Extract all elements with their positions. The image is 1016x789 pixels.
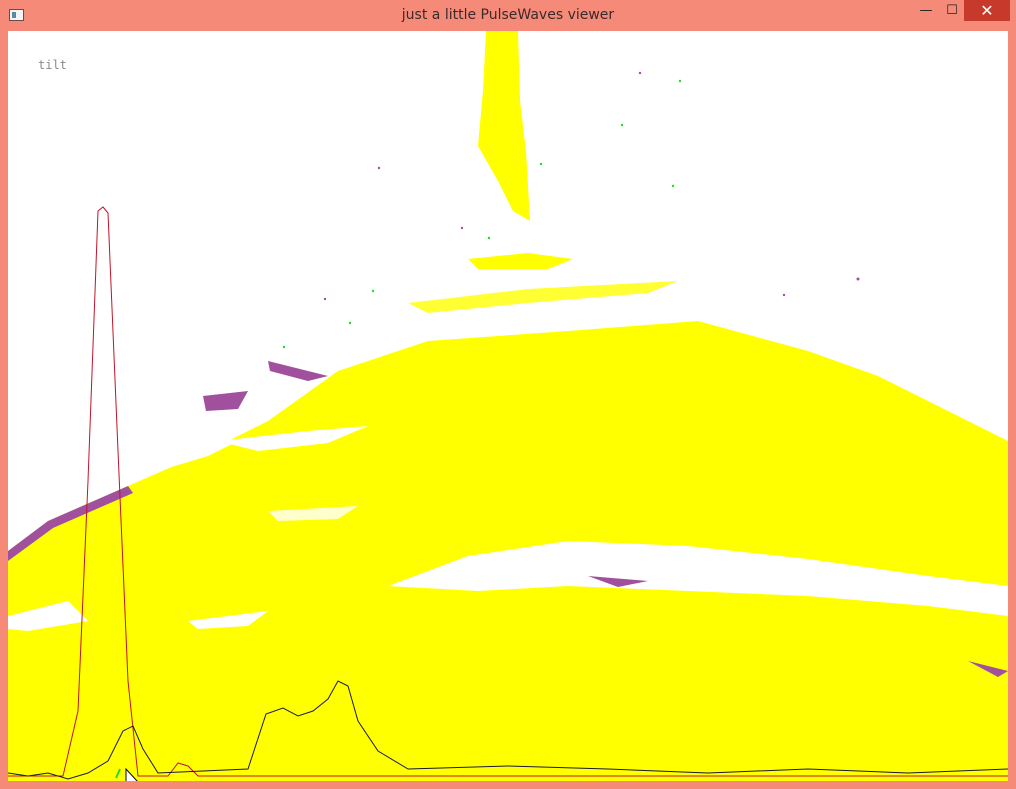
highlight-point (678, 79, 682, 83)
point-cloud-render (8, 31, 1008, 781)
mode-label: tilt (38, 58, 67, 72)
app-window: just a little PulseWaves viewer — ☐ ✕ ti… (0, 0, 1016, 789)
maximize-button[interactable]: ☐ (938, 0, 966, 21)
highlight-point (371, 289, 375, 293)
secondary-points-edge-3 (203, 391, 248, 411)
highlight-point (539, 162, 543, 166)
secondary-point (782, 293, 786, 297)
highlight-point (620, 123, 624, 127)
secondary-point (377, 166, 381, 170)
point-cloud-viewport[interactable]: tilt (8, 31, 1008, 781)
highlight-point (282, 345, 286, 349)
title-bar[interactable]: just a little PulseWaves viewer — ☐ ✕ (0, 0, 1016, 31)
highlight-point (671, 184, 675, 188)
secondary-point (460, 226, 464, 230)
secondary-point (856, 277, 860, 281)
point-cloud-strip (468, 253, 573, 269)
point-cloud-strip-2 (408, 281, 678, 313)
secondary-points-edge-2 (268, 361, 328, 381)
minimize-button[interactable]: — (912, 0, 940, 21)
window-title: just a little PulseWaves viewer (401, 7, 615, 23)
point-cloud-plume (478, 31, 530, 221)
highlight-point (487, 236, 491, 240)
secondary-point (323, 297, 327, 301)
secondary-point (638, 71, 642, 75)
close-button[interactable]: ✕ (964, 0, 1010, 21)
highlight-point (348, 321, 352, 325)
